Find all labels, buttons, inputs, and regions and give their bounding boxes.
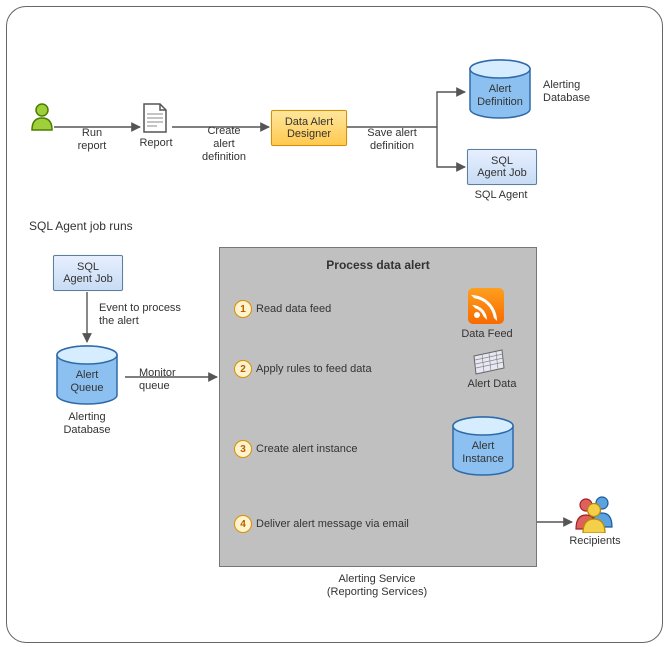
run-report-label: Run report xyxy=(67,127,117,153)
step-text-4: Deliver alert message via email xyxy=(256,518,409,531)
alerting-db-label-left: Alerting Database xyxy=(52,411,122,437)
recipients-label: Recipients xyxy=(565,535,625,548)
sql-agent-job-top: SQL Agent Job xyxy=(467,149,537,185)
step-badge-3: 3 xyxy=(234,440,252,458)
alerting-db-label-top: Alerting Database xyxy=(543,79,597,105)
event-label: Event to process the alert xyxy=(99,302,199,328)
alert-queue-cyl-label: Alert Queue xyxy=(52,369,122,395)
step-text-2: Apply rules to feed data xyxy=(256,363,372,376)
create-def-label: Create alert definition xyxy=(189,125,259,165)
alert-data-label: Alert Data xyxy=(462,378,522,391)
process-title: Process data alert xyxy=(220,258,536,272)
alerting-service-label: Alerting Service (Reporting Services) xyxy=(219,573,535,599)
alert-instance-cyl-label: Alert Instance xyxy=(448,440,518,466)
report-icon-label: Report xyxy=(135,137,177,150)
data-feed-icon xyxy=(468,288,504,324)
recipients-icon xyxy=(572,493,616,533)
alert-definition-cylinder: Alert Definition xyxy=(465,59,535,121)
rss-icon xyxy=(468,288,504,324)
monitor-queue-label: Monitor queue xyxy=(139,367,194,393)
report-icon xyxy=(142,102,168,134)
alert-data-icon xyxy=(472,348,506,376)
process-box: Process data alert 1 Read data feed Data… xyxy=(219,247,537,567)
alert-queue-cylinder: Alert Queue xyxy=(52,345,122,407)
data-alert-designer-box: Data Alert Designer xyxy=(271,110,347,146)
step-badge-1: 1 xyxy=(234,300,252,318)
sql-agent-job-left: SQL Agent Job xyxy=(53,255,123,291)
step-badge-4: 4 xyxy=(234,515,252,533)
sql-agent-label: SQL Agent xyxy=(467,189,535,202)
step-badge-2: 2 xyxy=(234,360,252,378)
data-feed-label: Data Feed xyxy=(458,328,516,341)
diagram-frame: Run report Report Create alert definitio… xyxy=(6,6,663,643)
step-text-1: Read data feed xyxy=(256,303,331,316)
user-icon xyxy=(29,102,55,132)
alert-instance-cylinder: Alert Instance xyxy=(448,416,518,478)
alert-definition-cyl-label: Alert Definition xyxy=(465,83,535,109)
save-def-label: Save alert definition xyxy=(357,127,427,153)
step-text-3: Create alert instance xyxy=(256,443,358,456)
diagram-canvas: Run report Report Create alert definitio… xyxy=(0,0,667,647)
section-header: SQL Agent job runs xyxy=(29,219,133,233)
